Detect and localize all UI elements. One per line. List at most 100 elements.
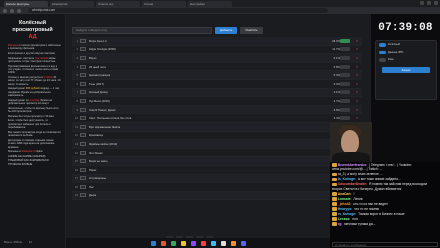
item-toggle[interactable]: [340, 107, 350, 112]
list-item[interactable]: 4 26 дней лета 5.8% ✕: [72, 63, 362, 72]
item-checkbox[interactable]: [80, 90, 86, 95]
list-item[interactable]: 5 Цепная реакция 5.4% ✕: [72, 71, 362, 80]
minimize-icon[interactable]: [420, 1, 424, 5]
list-item[interactable]: 19Дыра0.8%✕: [72, 191, 362, 201]
item-toggle[interactable]: [340, 73, 350, 78]
item-checkbox[interactable]: [80, 47, 86, 52]
item-checkbox[interactable]: [80, 81, 86, 86]
item-toggle[interactable]: [340, 55, 350, 60]
delete-icon[interactable]: ✕: [352, 82, 362, 86]
browser-tab[interactable]: Список игр: [96, 0, 140, 7]
browser-tab[interactable]: wheelportal: [50, 0, 94, 7]
list-item[interactable]: 10 Свет: Полонная истина без слов 3.4% ✕: [72, 114, 362, 123]
item-checkbox[interactable]: [80, 64, 86, 69]
taskbar-app-icon[interactable]: [180, 240, 186, 246]
close-icon[interactable]: [434, 1, 438, 5]
list-item[interactable]: 1 Море Ангел 2 28.3% ✕: [72, 37, 362, 46]
reload-icon[interactable]: [17, 8, 21, 13]
item-checkbox[interactable]: [80, 141, 86, 146]
browser-tab[interactable]: Стрим: [142, 0, 186, 7]
list-item[interactable]: 18Лес1.1%✕: [72, 183, 362, 192]
toggle-switch[interactable]: [379, 50, 386, 54]
search-input[interactable]: Найдите и введите игру: [72, 26, 212, 34]
spin-button[interactable]: Запуск: [382, 66, 430, 73]
forward-icon[interactable]: [10, 8, 14, 13]
taskbar-app-icon[interactable]: [230, 240, 236, 246]
browser-tab[interactable]: Настройки: [188, 0, 232, 7]
taskbar-app-icon[interactable]: [160, 240, 166, 246]
item-checkbox[interactable]: [80, 107, 86, 112]
chat-username[interactable]: CascumberDealer:: [337, 182, 367, 186]
list-item[interactable]: 11Бро Нормальная Земля3.0%✕: [72, 122, 362, 132]
item-toggle[interactable]: [340, 38, 350, 43]
item-toggle[interactable]: [340, 47, 350, 52]
delete-icon[interactable]: ✕: [352, 56, 362, 60]
list-item[interactable]: 12Красавица2.7%✕: [72, 132, 362, 141]
item-checkbox[interactable]: [80, 38, 86, 43]
delete-icon[interactable]: ✕: [352, 108, 362, 112]
item-checkbox[interactable]: [80, 193, 86, 198]
chat-input[interactable]: Отправить сообщение: [332, 242, 438, 247]
list-item[interactable]: 14Это Dream2.2%✕: [72, 149, 362, 158]
delete-icon[interactable]: ✕: [352, 99, 362, 103]
item-toggle[interactable]: [340, 90, 350, 95]
delete-icon[interactable]: ✕: [352, 39, 362, 43]
taskbar-app-icon[interactable]: [190, 240, 196, 246]
list-item[interactable]: 17Аттракционы1.4%✕: [72, 174, 362, 184]
chat-username[interactable]: rg:: [337, 222, 342, 226]
chat-username[interactable]: ts_Kuhuge:: [337, 177, 356, 181]
wheel-option[interactable]: Dota: [376, 56, 436, 64]
toggle-switch[interactable]: [379, 58, 386, 62]
list-item[interactable]: 2 Hitgie Oredgia (2006) 11.7% ✕: [72, 46, 362, 55]
delete-icon[interactable]: ✕: [352, 116, 362, 120]
chat-username[interactable]: _john42:: [337, 202, 352, 206]
chat-username[interactable]: Bewrokbertewsko:: [337, 163, 367, 167]
taskbar-app-icon[interactable]: [170, 240, 176, 246]
item-toggle[interactable]: [340, 98, 350, 103]
list-item[interactable]: 7 Ничный Дозор 4.1% ✕: [72, 88, 362, 98]
chat-username[interactable]: Heoryyo:: [337, 207, 352, 211]
item-checkbox[interactable]: [80, 124, 86, 129]
item-checkbox[interactable]: [80, 184, 86, 189]
list-item[interactable]: 8 Лук Воли (2019) 3.7% ✕: [72, 97, 362, 106]
back-icon[interactable]: [3, 8, 7, 13]
item-checkbox[interactable]: [80, 55, 86, 60]
clear-button[interactable]: Очистить: [240, 26, 263, 34]
list-item[interactable]: 15Мери не знать1.9%✕: [72, 157, 362, 166]
delete-icon[interactable]: ✕: [352, 90, 362, 94]
list-item[interactable]: 6 Тень (2017) 5.3% ✕: [72, 80, 362, 89]
item-toggle[interactable]: [340, 81, 350, 86]
list-item[interactable]: 16Пакет1.7%✕: [72, 166, 362, 175]
item-checkbox[interactable]: [80, 150, 86, 155]
delete-icon[interactable]: ✕: [352, 65, 362, 69]
chat-username[interactable]: AnaCari:: [337, 192, 352, 196]
list-item[interactable]: 3 Виунт 6.1% ✕: [72, 54, 362, 63]
browser-tab[interactable]: Колесо фортуны: [4, 0, 48, 7]
wheel-option[interactable]: Данные 38%: [376, 49, 436, 57]
item-toggle[interactable]: [340, 116, 350, 121]
delete-icon[interactable]: ✕: [352, 47, 362, 51]
wheel-option[interactable]: Колёсный: [376, 41, 436, 49]
item-checkbox[interactable]: [80, 98, 86, 103]
item-checkbox[interactable]: [80, 167, 86, 172]
maximize-icon[interactable]: [427, 1, 431, 5]
item-checkbox[interactable]: [80, 116, 86, 121]
item-checkbox[interactable]: [80, 159, 86, 164]
item-toggle[interactable]: [340, 64, 350, 69]
taskbar-app-icon[interactable]: [220, 240, 226, 246]
toggle-switch[interactable]: [379, 43, 386, 47]
chat-username[interactable]: rs_Kuhuge:: [337, 212, 356, 216]
add-button[interactable]: Добавить: [215, 26, 238, 34]
delete-icon[interactable]: ✕: [352, 73, 362, 77]
taskbar-app-icon[interactable]: [200, 240, 206, 246]
item-checkbox[interactable]: [80, 133, 86, 138]
taskbar-app-icon[interactable]: [240, 240, 246, 246]
chat-username[interactable]: Lonssie:: [337, 197, 352, 201]
item-checkbox[interactable]: [80, 73, 86, 78]
list-item[interactable]: 13Фраймы мёйзн (2013)2.4%✕: [72, 140, 362, 149]
taskbar-app-icon[interactable]: [150, 240, 156, 246]
url-input[interactable]: wheelportal.com: [28, 8, 328, 13]
item-checkbox[interactable]: [80, 176, 86, 181]
taskbar-app-icon[interactable]: [210, 240, 216, 246]
chat-username[interactable]: Lexssa:: [337, 217, 350, 221]
